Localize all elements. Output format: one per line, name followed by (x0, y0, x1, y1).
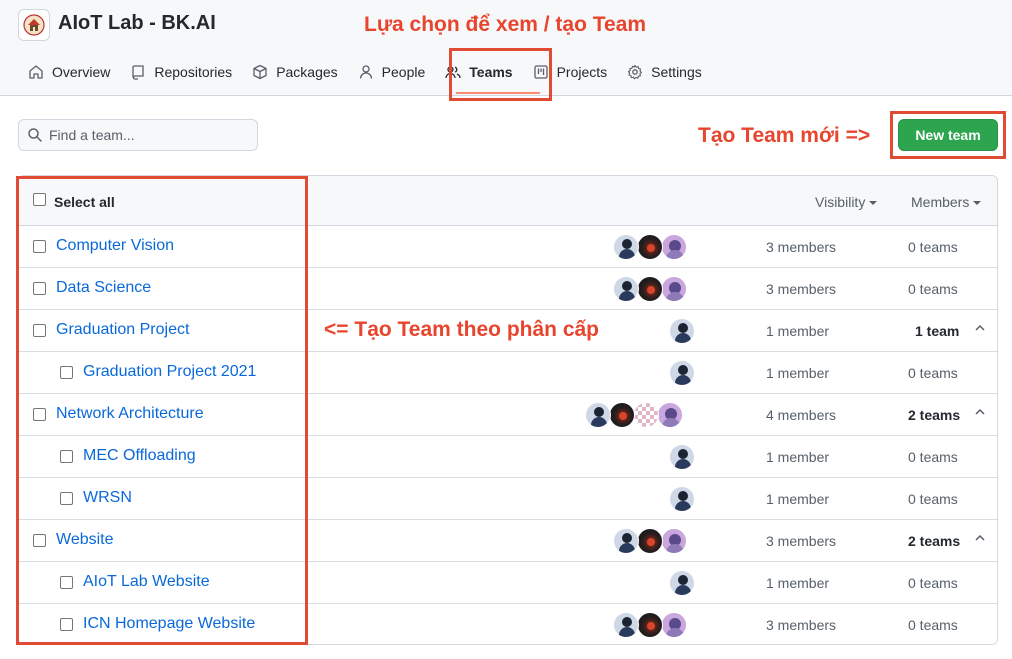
avatar-group (669, 486, 695, 512)
avatar[interactable] (613, 234, 639, 260)
avatar[interactable] (613, 276, 639, 302)
visibility-caret-icon (869, 201, 878, 206)
avatar[interactable] (637, 234, 663, 260)
member-count[interactable]: 1 member (766, 323, 829, 339)
child-team-count: 0 teams (908, 239, 958, 255)
child-team-count[interactable]: 2 teams (908, 407, 960, 423)
avatar[interactable] (637, 276, 663, 302)
chevron-up-icon[interactable] (973, 405, 987, 419)
avatar-group (613, 612, 687, 638)
org-name[interactable]: AIoT Lab - BK.AI (58, 12, 216, 35)
annotation-select-team: Lựa chọn để xem / tạo Team (364, 13, 647, 36)
avatar-group (613, 276, 687, 302)
avatar[interactable] (669, 318, 695, 344)
avatar[interactable] (661, 276, 687, 302)
child-team-count: 0 teams (908, 575, 958, 591)
avatar[interactable] (613, 528, 639, 554)
member-count[interactable]: 3 members (766, 239, 836, 255)
org-nav: Overview Repositories Packages People Te… (18, 52, 712, 92)
member-count[interactable]: 3 members (766, 281, 836, 297)
tab-overview-label: Overview (52, 64, 111, 80)
tab-projects-label: Projects (556, 64, 608, 80)
avatar[interactable] (657, 402, 683, 428)
tab-settings[interactable]: Settings (617, 54, 712, 90)
avatar-group (585, 402, 683, 428)
highlight-box-team-list (16, 176, 308, 645)
chevron-up-icon[interactable] (973, 321, 987, 335)
member-count[interactable]: 1 member (766, 491, 829, 507)
avatar[interactable] (613, 612, 639, 638)
member-count[interactable]: 3 members (766, 533, 836, 549)
child-team-count[interactable]: 2 teams (908, 533, 960, 549)
avatar-group (669, 360, 695, 386)
avatar-group (669, 318, 695, 344)
members-caret-icon (973, 201, 982, 206)
child-team-count: 0 teams (908, 491, 958, 507)
tab-repositories[interactable]: Repositories (120, 54, 242, 90)
child-team-count: 0 teams (908, 617, 958, 633)
avatar[interactable] (661, 234, 687, 260)
avatar[interactable] (661, 612, 687, 638)
tab-settings-label: Settings (651, 64, 702, 80)
avatar-group (669, 570, 695, 596)
annotation-hierarchy: <= Tạo Team theo phân cấp (324, 318, 600, 341)
highlight-box-new-team (890, 111, 1006, 159)
avatar[interactable] (637, 612, 663, 638)
tab-people[interactable]: People (348, 54, 436, 90)
child-team-count: 0 teams (908, 281, 958, 297)
avatar-group (613, 234, 687, 260)
visibility-filter-label: Visibility (815, 194, 866, 210)
member-count[interactable]: 4 members (766, 407, 836, 423)
members-filter-label: Members (911, 194, 970, 210)
person-icon (359, 65, 372, 79)
house-logo-icon (23, 14, 45, 36)
gear-icon (628, 64, 643, 80)
child-team-count: 0 teams (908, 449, 958, 465)
member-count[interactable]: 1 member (766, 575, 829, 591)
avatar[interactable] (609, 402, 635, 428)
avatar[interactable] (669, 360, 695, 386)
chevron-up-icon[interactable] (973, 531, 987, 545)
avatar-group (613, 528, 687, 554)
tab-people-label: People (381, 64, 426, 80)
tab-overview[interactable]: Overview (18, 54, 120, 90)
search-input[interactable] (49, 127, 249, 143)
team-search[interactable] (18, 119, 258, 151)
avatar[interactable] (669, 486, 695, 512)
search-icon (28, 128, 42, 142)
annotation-new-team: Tạo Team mới => (698, 124, 871, 147)
home-icon (29, 65, 43, 79)
visibility-filter[interactable]: Visibility (815, 194, 878, 210)
highlight-box-teams-tab (449, 48, 552, 101)
avatar[interactable] (637, 528, 663, 554)
package-icon (253, 64, 267, 80)
avatar[interactable] (661, 528, 687, 554)
avatar[interactable] (669, 570, 695, 596)
member-count[interactable]: 3 members (766, 617, 836, 633)
avatar[interactable] (585, 402, 611, 428)
avatar[interactable] (633, 402, 659, 428)
tab-repositories-label: Repositories (154, 64, 233, 80)
repo-icon (132, 65, 145, 80)
member-count[interactable]: 1 member (766, 365, 829, 381)
members-filter[interactable]: Members (911, 194, 982, 210)
tab-packages-label: Packages (276, 64, 338, 80)
child-team-count: 0 teams (908, 365, 958, 381)
child-team-count[interactable]: 1 team (915, 323, 959, 339)
avatar-group (669, 444, 695, 470)
member-count[interactable]: 1 member (766, 449, 829, 465)
org-logo[interactable] (18, 9, 50, 41)
avatar[interactable] (669, 444, 695, 470)
tab-packages[interactable]: Packages (242, 54, 347, 90)
